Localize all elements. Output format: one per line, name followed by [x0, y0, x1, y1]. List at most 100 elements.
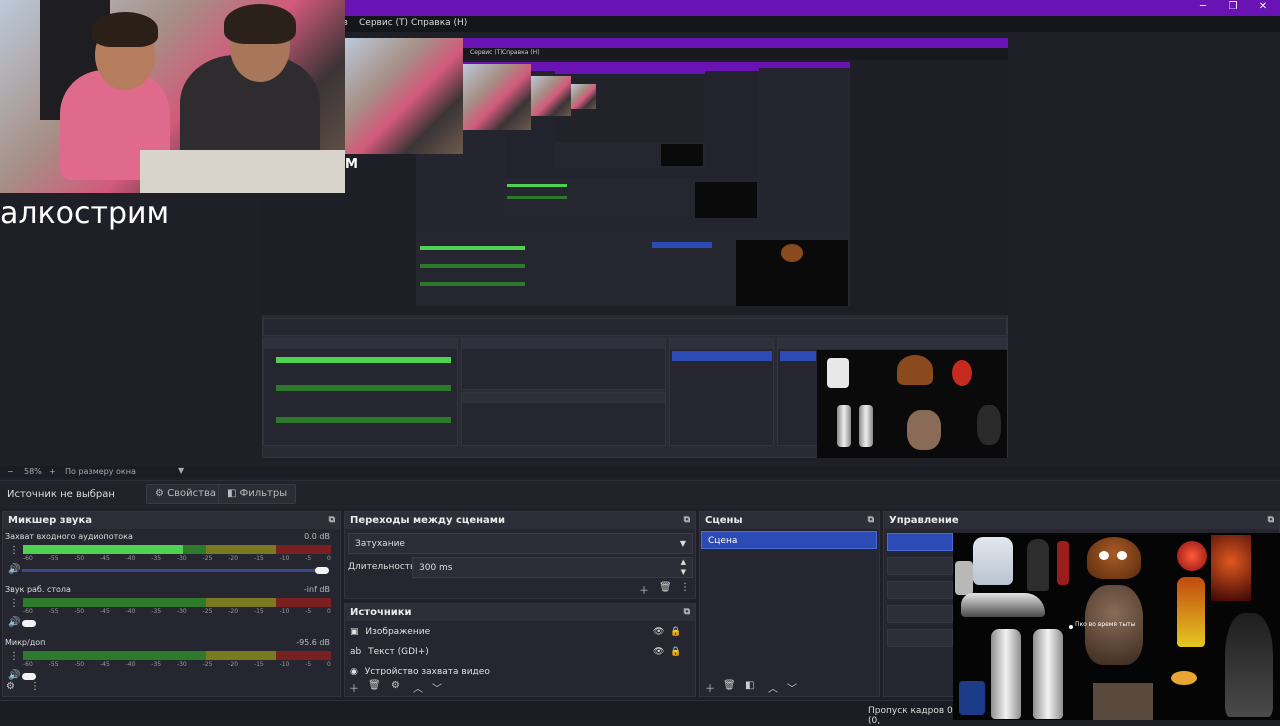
start-recording-button[interactable] [887, 557, 953, 575]
channel-db: -inf dB [303, 585, 330, 594]
source-label: Устройство захвата видео [364, 667, 490, 675]
meter-ticks-1: -60 -55 -50 -45 -40 -35 -30 -25 -20 -15 -10 -5 0 [23, 555, 331, 562]
trash-icon[interactable]: 🗑 [723, 680, 736, 691]
add-icon[interactable]: ＋ [349, 680, 359, 695]
menu-help[interactable]: Справка (Н) [411, 18, 467, 28]
chevron-down-icon[interactable]: ▼ [178, 466, 184, 475]
drink-can [959, 681, 985, 715]
close-icon[interactable]: ✕ [1256, 1, 1270, 13]
visibility-eye-icon[interactable]: 👁 [653, 623, 664, 641]
volume-slider-1[interactable] [22, 569, 326, 572]
lock-icon[interactable]: 🔒 [670, 643, 681, 661]
source-item[interactable]: ▣ Изображение 👁 🔒 [350, 623, 690, 641]
maximize-icon[interactable]: ❐ [1226, 1, 1240, 13]
move-down-icon[interactable]: ﹀ [787, 680, 797, 695]
transitions-header: Переходы между сценами ⧉ [345, 512, 695, 529]
lock-icon[interactable]: 🔒 [670, 623, 681, 641]
vodka-bottle [1033, 629, 1063, 719]
meter-tick-label: -60 [23, 608, 33, 615]
meter-tick-label: -30 [176, 661, 187, 668]
meter-tick-label: -45 [99, 608, 110, 615]
meter-tick-label: -50 [74, 555, 85, 562]
studio-mode-button[interactable] [887, 605, 953, 623]
nested-menu-service: Сервис (Т) [470, 49, 503, 56]
source-item[interactable]: ◉ Устройство захвата видео [350, 663, 690, 675]
status-bar: Пропуск кадров 0 (0, [0, 700, 953, 726]
zoom-out-button[interactable]: − [7, 467, 14, 476]
meter-tick-label: -20 [228, 608, 239, 615]
sources-header: Источники ⧉ [345, 604, 695, 621]
volume-slider-knob[interactable] [22, 620, 36, 627]
meter-tick-label: -35 [151, 555, 162, 562]
meter-tick-label: -40 [125, 661, 136, 668]
undock-icon[interactable]: ⧉ [868, 512, 874, 529]
zoom-fit-select[interactable]: По размеру окна [65, 467, 136, 476]
collage-caption: Пко во время тыты [1075, 621, 1136, 628]
menu-dots-icon[interactable]: ⋮ [30, 681, 40, 692]
move-up-icon[interactable]: ︿ [768, 680, 778, 695]
duration-spinbox[interactable]: 300 ms ▲ ▼ [412, 557, 693, 578]
speaker-icon[interactable]: 🔊 [8, 617, 20, 628]
add-icon[interactable]: ＋ [705, 680, 715, 695]
menu-dots-icon[interactable]: ⋮ [680, 582, 690, 593]
zoom-value: 58% [24, 467, 42, 476]
transition-select[interactable]: Затухание ▼ [348, 533, 693, 554]
minimize-icon[interactable]: ─ [1196, 1, 1210, 13]
eye-right [1117, 551, 1127, 560]
speaker-icon[interactable]: 🔊 [8, 564, 20, 575]
gear-icon[interactable]: ⚙ [391, 680, 400, 691]
undock-icon[interactable]: ⧉ [684, 512, 690, 529]
trash-icon[interactable]: 🗑 [659, 582, 672, 593]
controls-header: Управление ⧉ [884, 512, 1279, 529]
meter-tick-label: -60 [23, 555, 33, 562]
start-streaming-button[interactable] [887, 533, 953, 551]
meter-tick-label: 0 [327, 608, 331, 615]
speaker-icon[interactable]: 🔊 [8, 670, 20, 681]
source-item[interactable]: ab Текст (GDI+) 👁 🔒 [350, 643, 690, 661]
channel-menu-icon[interactable]: ⋮ [9, 545, 19, 556]
channel-menu-icon[interactable]: ⋮ [9, 651, 19, 662]
visibility-eye-icon[interactable]: 👁 [653, 643, 664, 661]
trash-icon[interactable]: 🗑 [368, 680, 381, 691]
move-up-icon[interactable]: ︿ [413, 680, 423, 695]
channel-db: -95.6 dB [296, 638, 330, 647]
virtual-camera-button[interactable] [887, 581, 953, 599]
mixer-header: Микшер звука ⧉ [3, 512, 340, 529]
gear-icon[interactable]: ⚙ [6, 681, 15, 692]
webcam-feed-nested-4 [571, 84, 596, 109]
zoom-in-button[interactable]: + [49, 467, 56, 476]
volume-slider-knob[interactable] [315, 567, 329, 574]
filter-icon[interactable]: ◧ [745, 680, 754, 691]
nested3-docks [505, 178, 759, 218]
properties-button[interactable]: ⚙ Свойства [146, 484, 225, 504]
meter-tick-label: 0 [327, 661, 331, 668]
meter-tick-label: -10 [279, 661, 290, 668]
move-down-icon[interactable]: ﹀ [432, 680, 442, 695]
fire-demon [1211, 535, 1251, 601]
menu-service[interactable]: Сервис (Т) [359, 18, 408, 28]
scene-label: Сцена [708, 536, 738, 546]
add-icon[interactable]: ＋ [639, 582, 649, 597]
meter-tick-label: -15 [253, 661, 264, 668]
table [1093, 683, 1153, 720]
channel-menu-icon[interactable]: ⋮ [9, 598, 19, 609]
meter-tick-label: -55 [48, 661, 59, 668]
volume-meter-1 [23, 545, 331, 554]
webcam-feed-nested-2 [463, 64, 531, 130]
settings-button[interactable] [887, 629, 953, 647]
webcam-feed-nested-3 [531, 76, 571, 116]
volume-slider-knob[interactable] [22, 673, 36, 680]
filters-button[interactable]: ◧ Фильтры [218, 484, 297, 504]
undock-icon[interactable]: ⧉ [1268, 512, 1274, 529]
badge-emblem [1177, 541, 1207, 571]
nested-scenes [669, 338, 774, 446]
meter-tick-label: -10 [279, 608, 290, 615]
vodka-bottle [991, 629, 1021, 719]
dropped-frames-status: Пропуск кадров 0 (0, [868, 706, 953, 726]
undock-icon[interactable]: ⧉ [329, 512, 335, 529]
undock-icon[interactable]: ⧉ [684, 604, 690, 621]
meter-tick-label: -5 [305, 608, 312, 615]
scene-item-selected[interactable]: Сцена [701, 531, 877, 549]
chevron-down-icon[interactable]: ▼ [681, 562, 686, 582]
nested-mixer [263, 338, 458, 446]
